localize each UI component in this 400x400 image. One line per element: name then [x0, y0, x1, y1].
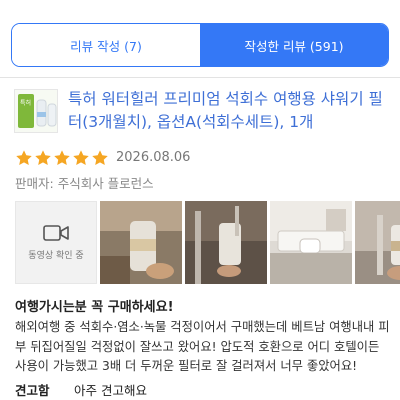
- star-icon: [92, 150, 108, 166]
- review-attribute: 견고함 아주 견고해요: [15, 380, 147, 399]
- divider: [0, 77, 400, 78]
- video-thumbnail[interactable]: 동영상 확인 중: [15, 201, 97, 284]
- product-thumbnail[interactable]: 특허: [14, 89, 58, 133]
- review-media-strip[interactable]: 동영상 확인 중: [15, 201, 400, 284]
- product-title[interactable]: 특허 워터힐러 프리미엄 석회수 여행용 샤워기 필터(3개월치), 옵션A(석…: [68, 88, 394, 134]
- seller-label: 판매자:: [15, 176, 58, 191]
- seller-info: 판매자: 주식회사 플로런스: [15, 173, 154, 192]
- video-camera-icon: [43, 225, 69, 241]
- review-photo[interactable]: [100, 201, 182, 284]
- review-photo[interactable]: [355, 201, 400, 284]
- star-icon: [73, 150, 89, 166]
- star-rating: [15, 149, 109, 167]
- tab-write-review[interactable]: 리뷰 작성 (7): [12, 24, 200, 66]
- review-headline: 여행가시는분 꼭 구매하세요!: [15, 300, 174, 315]
- star-icon: [16, 150, 32, 166]
- review-photo[interactable]: [185, 201, 267, 284]
- seller-name: 주식회사 플로런스: [57, 176, 154, 191]
- review-tabs: 리뷰 작성 (7) 작성한 리뷰 (591): [11, 23, 389, 67]
- video-status-label: 동영상 확인 중: [28, 251, 84, 261]
- tab-written-reviews[interactable]: 작성한 리뷰 (591): [200, 24, 388, 66]
- review-body: 해외여행 중 석회수·염소·녹물 걱정이어서 구매했는데 베트남 여행내내 피부…: [15, 320, 390, 373]
- thumb-text: 특허: [20, 99, 31, 107]
- attribute-value: 아주 견고해요: [73, 383, 147, 398]
- review-date: 2026.08.06: [116, 150, 191, 165]
- review-photo[interactable]: [270, 201, 352, 284]
- attribute-label: 견고함: [15, 383, 50, 398]
- star-icon: [54, 150, 70, 166]
- star-icon: [35, 150, 51, 166]
